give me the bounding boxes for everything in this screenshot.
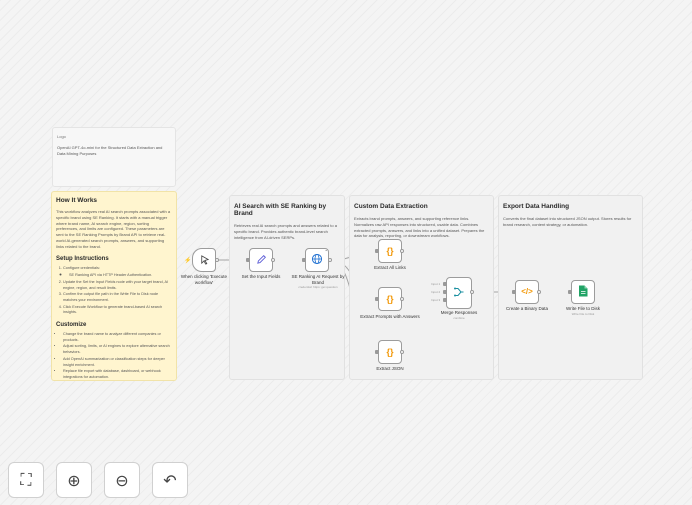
node-subtitle: Write File to Disk <box>571 312 595 316</box>
customize-item: Adjust sorting, limits, or AI engines to… <box>63 344 172 355</box>
customize-title: Customize <box>56 322 87 329</box>
output-port[interactable] <box>470 290 474 294</box>
setup-step: Configure credentials: SE Ranking API vi… <box>63 266 172 279</box>
setup-step: Confirm the output file path in the Writ… <box>63 292 172 303</box>
node-extract-json[interactable]: {} <box>378 340 402 364</box>
zoom-out-icon: ⊖ <box>115 470 129 490</box>
output-port[interactable] <box>400 350 404 354</box>
code-braces-icon: {} <box>386 245 394 256</box>
input-label: Input 1 <box>431 282 441 286</box>
node-extract-all-links[interactable]: {} <box>378 239 402 263</box>
node-subtitle: combine <box>453 316 465 320</box>
input-label: Input 3 <box>431 298 441 302</box>
node-extract-prompts[interactable]: {} <box>378 287 402 311</box>
section-extraction-sticky[interactable]: Custom Data Extraction Extracts brand pr… <box>349 195 494 380</box>
output-port[interactable] <box>215 258 219 262</box>
node-label: Extract JSON <box>376 366 404 371</box>
node-subtitle: credential: https: get question <box>298 285 338 289</box>
section-title: AI Search with SE Ranking by Brand <box>234 203 327 217</box>
how-it-works-body: This workflow analyzes real AI search pr… <box>56 209 171 249</box>
pin-icon: ◔ <box>324 248 327 253</box>
node-manual-trigger[interactable] <box>192 248 216 272</box>
section-title: Export Data Handling <box>503 203 570 210</box>
workflow-canvas[interactable]: Logo OpenAI GPT-4o-mini for the Structur… <box>0 0 692 505</box>
zoom-in-button[interactable]: ⊕ <box>56 462 92 498</box>
section-title: Custom Data Extraction <box>354 203 428 210</box>
cursor-click-icon <box>199 254 210 267</box>
fit-to-view-button[interactable]: ⛶ <box>8 462 44 498</box>
input-port[interactable] <box>443 298 447 302</box>
output-port[interactable] <box>328 258 332 262</box>
customize-item: Change the brand name to analyze differe… <box>63 332 172 343</box>
customize-list: Change the brand name to analyze differe… <box>56 332 172 380</box>
customize-item: Add OpenAI summarization or classificati… <box>63 357 172 368</box>
section-description: Retrieves real AI search prompts and ans… <box>234 223 337 240</box>
pencil-icon <box>256 254 267 267</box>
node-write-file-to-disk[interactable] <box>571 280 595 304</box>
logo-sticky-note[interactable]: Logo OpenAI GPT-4o-mini for the Structur… <box>52 127 176 187</box>
output-port[interactable] <box>537 290 541 294</box>
input-port[interactable] <box>443 282 447 286</box>
setup-steps: Configure credentials: SE Ranking API vi… <box>56 266 172 317</box>
section-description: Extracts brand prompts, answers, and sup… <box>354 216 485 239</box>
section-description: Converts the final dataset into structur… <box>503 216 632 227</box>
undo-icon: ↶ <box>163 470 177 490</box>
node-label: Set the Input Fields <box>241 274 281 279</box>
globe-icon <box>311 253 323 267</box>
node-label: Write File to Disk <box>566 306 600 311</box>
node-label: Extract Prompts with Answers <box>360 314 420 319</box>
setup-step: Update the Set the Input Fields node wit… <box>63 280 172 291</box>
input-port[interactable] <box>443 290 447 294</box>
setup-step: Click Execute Workflow to generate brand… <box>63 305 172 316</box>
how-it-works-title: How It Works <box>56 197 98 204</box>
output-port[interactable] <box>400 249 404 253</box>
node-create-binary-data[interactable]: </> <box>515 280 539 304</box>
trigger-bolt-icon: ⚡ <box>184 258 192 264</box>
output-port[interactable] <box>271 258 275 262</box>
setup-title: Setup Instructions <box>56 255 109 262</box>
fit-view-icon: ⛶ <box>20 470 32 489</box>
node-label: When clicking 'Execute workflow' <box>180 274 228 285</box>
undo-button[interactable]: ↶ <box>152 462 188 498</box>
code-braces-icon: {} <box>386 293 394 304</box>
zoom-out-button[interactable]: ⊖ <box>104 462 140 498</box>
how-it-works-sticky-note[interactable]: How It Works This workflow analyzes real… <box>51 191 177 381</box>
node-set-input-fields[interactable] <box>249 248 273 272</box>
node-label: SE Ranking AI Request by Brand <box>291 274 345 285</box>
node-label: Extract All Links <box>374 265 406 270</box>
node-merge-responses[interactable] <box>446 277 472 309</box>
output-port[interactable] <box>400 297 404 301</box>
zoom-in-icon: ⊕ <box>67 470 81 490</box>
input-label: Input 2 <box>431 290 441 294</box>
code-braces-icon: {} <box>386 346 394 357</box>
merge-icon <box>453 286 465 300</box>
file-icon <box>578 285 588 299</box>
node-label: Merge Responses <box>440 310 478 315</box>
node-se-ranking-request[interactable]: ◔ <box>305 248 329 272</box>
code-brackets-icon: </> <box>521 287 533 296</box>
setup-substep: SE Ranking API via HTTP Header Authentic… <box>69 273 172 279</box>
logo-image: Logo <box>57 134 66 139</box>
node-label: Create a Binary Data <box>505 306 549 311</box>
logo-caption: OpenAI GPT-4o-mini for the Structured Da… <box>57 145 163 156</box>
customize-item: Replace file export with database, dashb… <box>63 369 172 380</box>
